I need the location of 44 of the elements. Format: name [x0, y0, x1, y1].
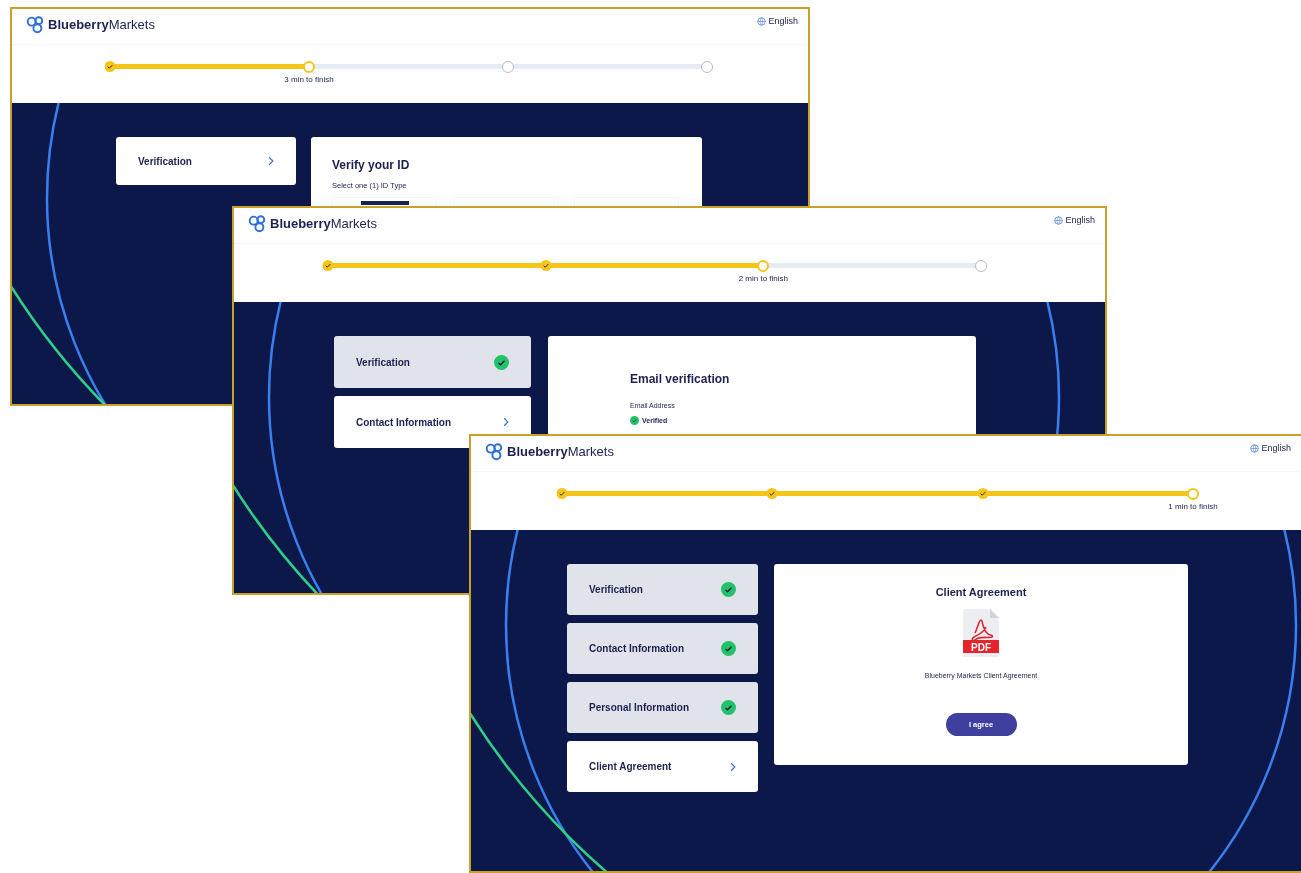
logo-icon — [485, 442, 504, 462]
check-circle-icon — [494, 354, 509, 370]
check-circle-icon — [630, 416, 639, 426]
time-remaining-text: 3 min to finish — [284, 74, 334, 86]
logo-icon — [248, 214, 267, 234]
id-card-image — [360, 201, 409, 206]
id-option-tile[interactable] — [574, 197, 679, 206]
globe-icon — [757, 17, 767, 27]
card-title: Client Agreement — [935, 585, 1027, 600]
step-nav-label: Personal Information — [589, 701, 689, 715]
id-option-tile[interactable] — [332, 197, 437, 206]
logo-text: BlueberryMarkets — [48, 16, 155, 34]
check-circle-icon — [721, 582, 736, 597]
step-nav-item[interactable]: Client Agreement — [567, 741, 758, 792]
step-nav-label: Verification — [138, 154, 192, 169]
step-nav-item[interactable]: Verification — [116, 137, 296, 185]
step-nav-item[interactable]: Verification — [334, 336, 531, 388]
pdf-file-icon: PDF — [963, 608, 999, 657]
language-selector[interactable]: English — [1261, 442, 1291, 456]
step-nav-item[interactable]: Contact Information — [567, 623, 758, 674]
language-selector[interactable]: English — [768, 15, 798, 29]
language-selector[interactable]: English — [1065, 214, 1095, 228]
chevron-right-icon — [730, 761, 736, 772]
step-nav-label: Client Agreement — [589, 760, 672, 774]
logo-text: BlueberryMarkets — [270, 215, 377, 233]
id-option-tile[interactable] — [453, 197, 558, 206]
step-nav-item[interactable]: Verification — [567, 564, 758, 615]
globe-icon — [1250, 444, 1260, 454]
check-circle-icon — [721, 641, 736, 656]
check-circle-icon — [721, 700, 736, 715]
time-remaining-text: 2 min to finish — [738, 273, 788, 285]
step-nav-item[interactable]: Personal Information — [567, 682, 758, 733]
chevron-right-icon — [503, 417, 509, 427]
step-nav-label: Contact Information — [356, 415, 451, 430]
step-nav-label: Verification — [356, 355, 410, 370]
card-title: Email verification — [630, 371, 731, 388]
logo-icon — [26, 15, 45, 35]
time-remaining-text: 1 min to finish — [1168, 501, 1218, 513]
step-nav-label: Contact Information — [589, 642, 684, 656]
card-title: Verify your ID — [332, 157, 411, 174]
chevron-right-icon — [268, 156, 274, 166]
step-nav-item[interactable]: Contact Information — [334, 396, 531, 448]
globe-icon — [1054, 216, 1064, 226]
step-nav-label: Verification — [589, 583, 643, 597]
